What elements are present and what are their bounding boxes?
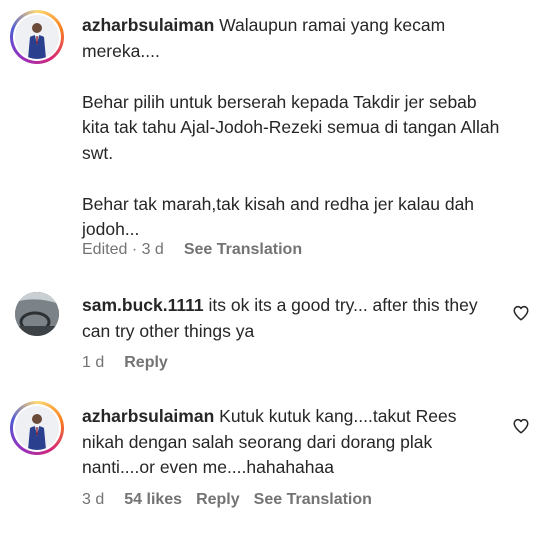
comment-text: Behar tak marah,tak kisah and redha jer … <box>82 193 475 240</box>
comment-timestamp: 3 d <box>82 491 105 508</box>
comment-timestamp: Edited · 3 d <box>82 241 164 258</box>
comment-username[interactable]: azharbsulaiman <box>82 406 214 426</box>
avatar-story-ring[interactable] <box>10 401 64 455</box>
comment-body: azharbsulaiman Walaupun ramai yang kecam… <box>82 13 502 243</box>
heart-icon[interactable] <box>512 304 530 322</box>
comment-username[interactable]: azharbsulaiman <box>82 15 214 35</box>
man-in-suit-icon <box>15 406 59 450</box>
avatar-story-ring[interactable] <box>10 10 64 64</box>
avatar-ring-gap <box>13 13 61 61</box>
comment-meta: Edited · 3 d See Translation <box>82 241 302 259</box>
reply-button[interactable]: Reply <box>196 491 240 509</box>
comment-body: azharbsulaiman Kutuk kutuk kang....takut… <box>82 404 502 481</box>
comment-meta: 3 d 54 likes Reply See Translation <box>82 491 372 509</box>
reply-button[interactable]: Reply <box>124 354 168 372</box>
likes-count[interactable]: 54 likes <box>124 491 182 509</box>
avatar[interactable] <box>15 292 59 336</box>
avatar <box>15 406 59 450</box>
heart-icon[interactable] <box>512 417 530 435</box>
see-translation-link[interactable]: See Translation <box>254 491 372 509</box>
car-interior-icon <box>15 292 59 336</box>
comment-meta: 1 d Reply <box>82 354 168 372</box>
comment-timestamp: 1 d <box>82 354 105 371</box>
see-translation-link[interactable]: See Translation <box>184 241 302 259</box>
avatar-ring-gap <box>13 404 61 452</box>
comment-body: sam.buck.1111 its ok its a good try... a… <box>82 293 502 344</box>
avatar <box>15 15 59 59</box>
man-in-suit-icon <box>15 15 59 59</box>
comment-text: Behar pilih untuk berserah kepada Takdir… <box>82 91 500 163</box>
comment-username[interactable]: sam.buck.1111 <box>82 295 204 315</box>
